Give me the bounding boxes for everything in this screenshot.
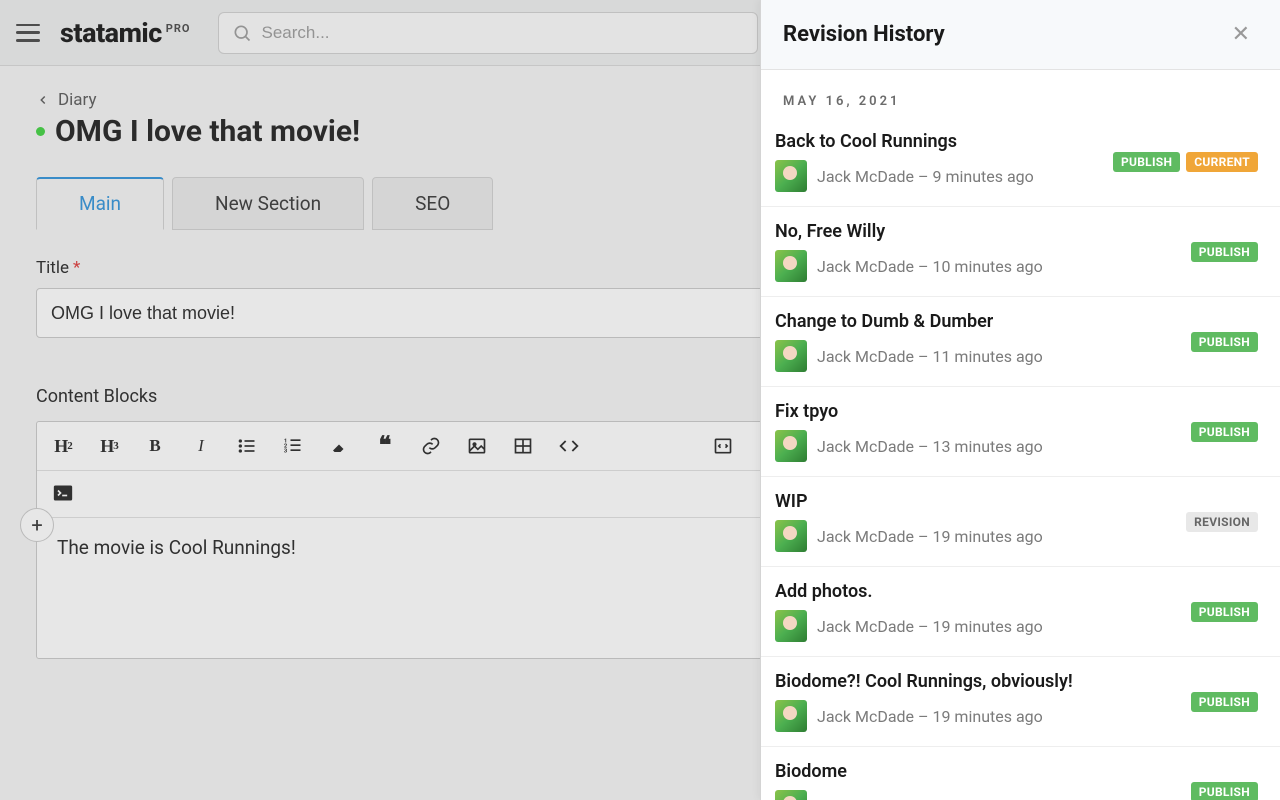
badge-publish: PUBLISH xyxy=(1191,332,1258,352)
search-icon xyxy=(232,23,252,43)
table-button[interactable] xyxy=(509,432,537,460)
badge-revision: REVISION xyxy=(1186,512,1258,532)
revision-title: Change to Dumb & Dumber xyxy=(775,311,1179,332)
avatar xyxy=(775,520,807,552)
revision-panel-header: Revision History ✕ xyxy=(761,0,1280,70)
avatar xyxy=(775,610,807,642)
avatar xyxy=(775,700,807,732)
add-block-button[interactable]: + xyxy=(20,508,54,542)
revision-meta: Jack McDade – 10 minutes ago xyxy=(817,257,1043,276)
revision-badges: PUBLISH xyxy=(1191,242,1258,262)
logo-pro-badge: PRO xyxy=(166,22,191,35)
badge-current: CURRENT xyxy=(1186,152,1258,172)
italic-button[interactable]: I xyxy=(187,432,215,460)
revision-title: Biodome?! Cool Runnings, obviously! xyxy=(775,671,1179,692)
svg-text:3: 3 xyxy=(284,449,288,455)
editor-content[interactable]: The movie is Cool Runnings! xyxy=(37,518,795,658)
revision-badges: PUBLISH xyxy=(1191,602,1258,622)
revision-title: No, Free Willy xyxy=(775,221,1179,242)
search-input[interactable] xyxy=(218,12,758,54)
revision-item[interactable]: Back to Cool Runnings Jack McDade – 9 min… xyxy=(761,117,1280,207)
tab-new-section[interactable]: New Section xyxy=(172,177,364,230)
badge-publish: PUBLISH xyxy=(1191,602,1258,622)
editor-toolbar: H2 H3 B I 123 ❝ xyxy=(37,422,795,471)
revision-item[interactable]: Add photos. Jack McDade – 19 minutes ago P… xyxy=(761,567,1280,657)
revision-badges: PUBLISH xyxy=(1191,692,1258,712)
revision-list: MAY 16, 2021 Back to Cool Runnings Jack M… xyxy=(761,70,1280,800)
revision-meta: Jack McDade – 11 minutes ago xyxy=(817,347,1043,366)
heading2-button[interactable]: H2 xyxy=(49,432,77,460)
bold-button[interactable]: B xyxy=(141,432,169,460)
chevron-left-icon xyxy=(36,93,50,107)
logo-text: statamic xyxy=(60,17,162,49)
menu-toggle-button[interactable] xyxy=(16,24,40,42)
avatar xyxy=(775,160,807,192)
editor-toolbar-row2 xyxy=(37,471,795,518)
badge-publish: PUBLISH xyxy=(1191,422,1258,442)
close-button[interactable]: ✕ xyxy=(1224,18,1258,51)
revision-title: WIP xyxy=(775,491,1174,512)
eraser-button[interactable] xyxy=(325,432,353,460)
revision-item[interactable]: Change to Dumb & Dumber Jack McDade – 11 … xyxy=(761,297,1280,387)
app-logo: statamic PRO xyxy=(60,17,190,49)
search-wrap xyxy=(218,12,758,54)
revision-title: Fix tpyo xyxy=(775,401,1179,422)
revision-history-panel: Revision History ✕ MAY 16, 2021 Back to … xyxy=(760,0,1280,800)
terminal-button[interactable] xyxy=(49,479,77,507)
avatar xyxy=(775,250,807,282)
heading3-button[interactable]: H3 xyxy=(95,432,123,460)
revision-title: Add photos. xyxy=(775,581,1179,602)
status-indicator xyxy=(36,127,45,136)
revision-item[interactable]: WIP Jack McDade – 19 minutes ago REVISION xyxy=(761,477,1280,567)
image-button[interactable] xyxy=(463,432,491,460)
badge-publish: PUBLISH xyxy=(1191,692,1258,712)
required-indicator: * xyxy=(73,258,80,278)
link-button[interactable] xyxy=(417,432,445,460)
revision-date-heading: MAY 16, 2021 xyxy=(761,70,1280,117)
ordered-list-button[interactable]: 123 xyxy=(279,432,307,460)
page-title: OMG I love that movie! xyxy=(55,114,360,149)
revision-badges: REVISION xyxy=(1186,512,1258,532)
revision-item[interactable]: Biodome?! Cool Runnings, obviously! Jack … xyxy=(761,657,1280,747)
revision-panel-title: Revision History xyxy=(783,22,945,47)
revision-item[interactable]: No, Free Willy Jack McDade – 10 minutes a… xyxy=(761,207,1280,297)
quote-button[interactable]: ❝ xyxy=(371,432,399,460)
avatar xyxy=(775,340,807,372)
avatar xyxy=(775,790,807,800)
revision-title: Back to Cool Runnings xyxy=(775,131,1101,152)
avatar xyxy=(775,430,807,462)
tab-main[interactable]: Main xyxy=(36,177,164,230)
code-button[interactable] xyxy=(555,432,583,460)
revision-title: Biodome xyxy=(775,761,1179,782)
revision-badges: PUBLISH CURRENT xyxy=(1113,152,1258,172)
revision-meta: Jack McDade – 9 minutes ago xyxy=(817,167,1034,186)
revision-badges: PUBLISH xyxy=(1191,422,1258,442)
revision-meta: Jack McDade – 20 minutes ago xyxy=(817,797,1043,800)
revision-meta: Jack McDade – 19 minutes ago xyxy=(817,527,1043,546)
content-editor: H2 H3 B I 123 ❝ + The movie is Cool R xyxy=(36,421,796,659)
badge-publish: PUBLISH xyxy=(1113,152,1180,172)
revision-badges: PUBLISH xyxy=(1191,782,1258,800)
bullet-list-button[interactable] xyxy=(233,432,261,460)
breadcrumb-label: Diary xyxy=(58,90,97,110)
revision-meta: Jack McDade – 19 minutes ago xyxy=(817,617,1043,636)
title-input[interactable] xyxy=(36,288,796,338)
revision-meta: Jack McDade – 19 minutes ago xyxy=(817,707,1043,726)
badge-publish: PUBLISH xyxy=(1191,242,1258,262)
tab-seo[interactable]: SEO xyxy=(372,177,493,230)
revision-meta: Jack McDade – 13 minutes ago xyxy=(817,437,1043,456)
revision-item[interactable]: Biodome Jack McDade – 20 minutes ago PUBLI… xyxy=(761,747,1280,800)
source-button[interactable] xyxy=(709,432,737,460)
revision-badges: PUBLISH xyxy=(1191,332,1258,352)
revision-item[interactable]: Fix tpyo Jack McDade – 13 minutes ago PUBL… xyxy=(761,387,1280,477)
badge-publish: PUBLISH xyxy=(1191,782,1258,800)
